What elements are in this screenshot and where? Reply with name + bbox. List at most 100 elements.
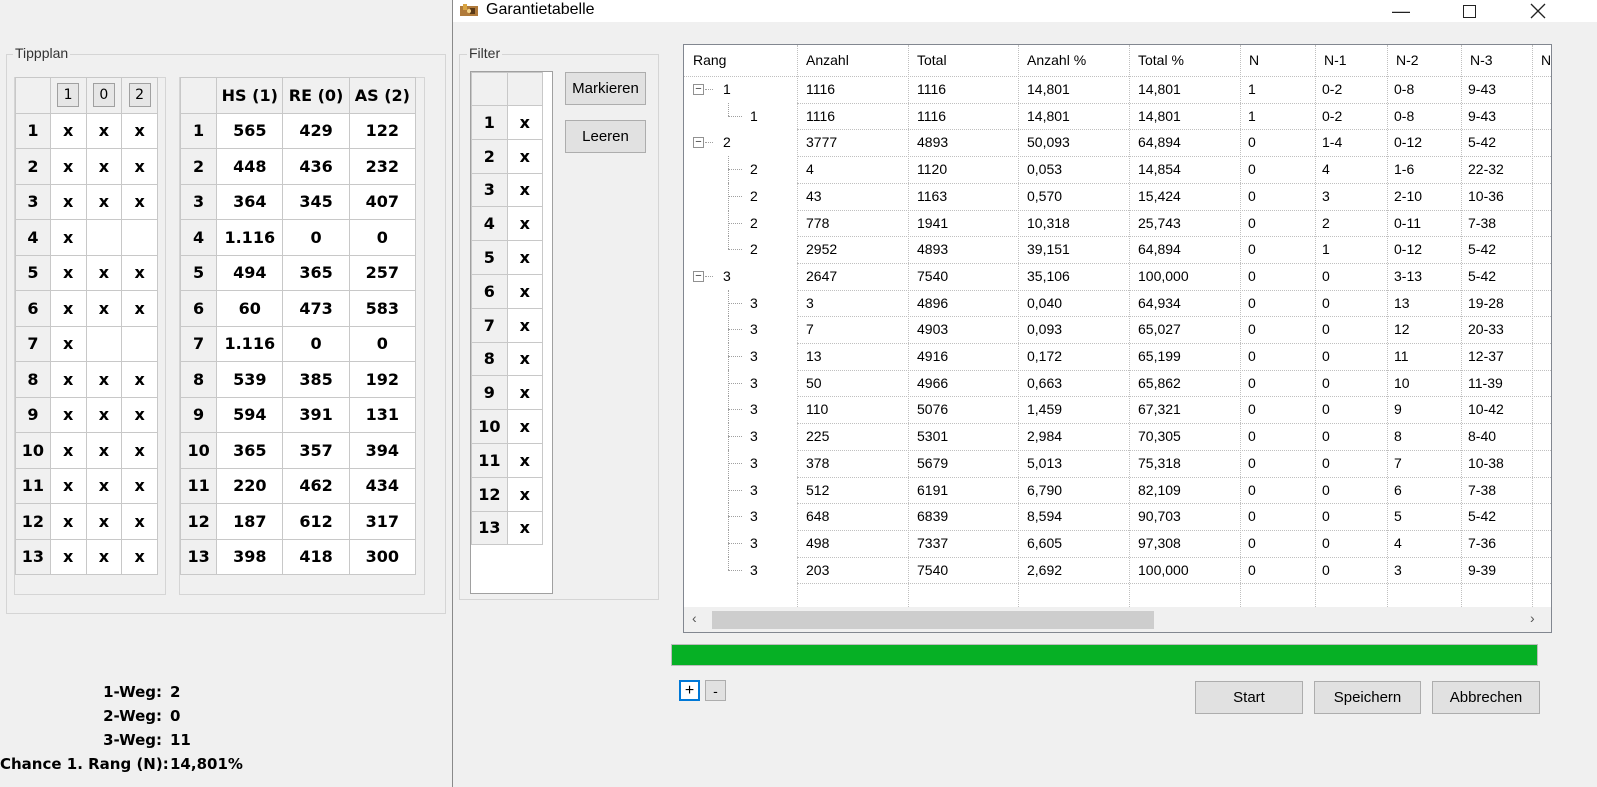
collapse-icon[interactable]: − [693, 84, 704, 95]
filter-row-number: 13 [471, 510, 508, 546]
tips-cell[interactable] [121, 219, 158, 256]
tips-cell[interactable]: x [49, 396, 87, 433]
collapse-icon[interactable]: − [693, 270, 704, 282]
horizontal-scrollbar[interactable]: ‹ › [684, 607, 1551, 632]
collapse-icon[interactable]: − [693, 137, 704, 149]
filter-cell[interactable]: x [506, 273, 544, 309]
tips-cell[interactable]: x [85, 538, 123, 575]
tips-cell[interactable]: x [121, 538, 158, 575]
clear-button[interactable]: Leeren [565, 120, 646, 153]
tips-cell[interactable]: x [85, 361, 123, 398]
filter-cell[interactable]: x [506, 476, 544, 512]
tips-cell[interactable]: x [121, 503, 158, 540]
tips-cell[interactable]: x [121, 254, 158, 291]
minimize-button[interactable]: — [1378, 0, 1424, 22]
tips-cell[interactable]: x [121, 361, 158, 398]
tips-cell[interactable]: x [85, 467, 123, 504]
tips-cell[interactable]: x [49, 183, 87, 220]
column-header[interactable]: N [1532, 45, 1551, 76]
filter-cell[interactable]: x [506, 510, 544, 546]
filter-cell[interactable]: x [506, 138, 544, 174]
tips-cell[interactable]: x [49, 254, 87, 291]
maximize-icon [1462, 4, 1476, 18]
filter-cell[interactable]: x [506, 240, 544, 275]
tips-cell[interactable]: x [121, 467, 158, 504]
column-header[interactable]: Anzahl [797, 45, 849, 76]
tips-cell[interactable]: x [49, 361, 87, 398]
stats-row-number: 13 [179, 538, 218, 575]
column-header[interactable]: Total % [1129, 45, 1184, 76]
filter-table[interactable]: 1 x 2 x 3 x 4 x 5 x 6 x 7 x 8 x 9 x 10 x 11 x 12 x 13 x [471, 72, 544, 546]
tips-cell[interactable]: x [49, 290, 87, 327]
filter-cell[interactable]: x [506, 307, 544, 343]
filter-cell[interactable]: x [506, 375, 544, 411]
column-header[interactable]: Anzahl % [1018, 45, 1086, 76]
title-bar[interactable]: Garantietabelle — [453, 0, 1597, 22]
tips-cell[interactable]: x [121, 148, 158, 185]
column-header[interactable]: Total [908, 45, 947, 76]
table-cell: 1116 [806, 81, 836, 97]
tips-cell[interactable]: x [85, 503, 123, 540]
tips-cell[interactable]: x [49, 503, 87, 540]
tips-cell[interactable]: x [85, 254, 123, 291]
tips-header-cell[interactable]: 2 [121, 77, 158, 114]
tips-cell[interactable] [121, 325, 158, 362]
tree-connector [728, 115, 742, 117]
tips-cell[interactable]: x [49, 112, 87, 149]
scroll-left-icon[interactable]: ‹ [692, 610, 697, 626]
tips-cell[interactable] [85, 325, 123, 362]
tips-cell[interactable]: x [85, 432, 123, 469]
table-cell: 6,605 [1027, 534, 1063, 551]
tips-cell[interactable]: x [121, 183, 158, 220]
expand-all-button[interactable]: + [679, 680, 700, 701]
column-header[interactable]: N [1240, 45, 1259, 76]
tips-cell[interactable]: x [85, 148, 123, 185]
filter-cell[interactable]: x [506, 409, 544, 444]
column-header[interactable]: N-3 [1461, 45, 1493, 76]
mark-button[interactable]: Markieren [565, 72, 646, 105]
tips-cell[interactable]: x [121, 432, 158, 469]
table-cell: 1116 [806, 107, 836, 124]
filter-cell[interactable]: x [506, 105, 544, 140]
filter-row: 7x [471, 307, 544, 343]
tips-cell[interactable]: x [121, 112, 158, 149]
tips-cell[interactable]: x [85, 396, 123, 433]
close-button[interactable] [1515, 0, 1561, 22]
cancel-button[interactable]: Abbrechen [1432, 681, 1540, 714]
table-cell: 1,459 [1027, 401, 1063, 418]
filter-cell[interactable]: x [506, 341, 544, 377]
column-header[interactable]: N-1 [1315, 45, 1347, 76]
guarantee-tree-table[interactable]: Rang Anzahl Total Anzahl % Total % N N-1 N-2 N-3… [683, 44, 1552, 633]
scroll-right-icon[interactable]: › [1530, 610, 1535, 626]
filter-cell[interactable]: x [506, 442, 544, 478]
filter-cell[interactable]: x [506, 172, 544, 208]
tips-cell[interactable]: x [121, 396, 158, 433]
tips-cell[interactable]: x [49, 467, 87, 504]
tips-cell[interactable]: x [121, 290, 158, 327]
stats-cell: 473 [282, 290, 350, 327]
tips-row-number: 10 [15, 432, 51, 469]
tips-cell[interactable] [85, 219, 123, 256]
start-button[interactable]: Start [1195, 681, 1303, 714]
tips-cell[interactable]: x [85, 183, 123, 220]
tips-header-cell[interactable]: 0 [85, 77, 123, 114]
filter-cell[interactable]: x [506, 206, 544, 242]
tips-cell[interactable]: x [49, 148, 87, 185]
tips-header-cell[interactable]: 1 [49, 77, 87, 114]
tips-cell[interactable]: x [49, 432, 87, 469]
collapse-all-button[interactable]: - [705, 680, 726, 701]
table-cell: 14,801 [1138, 81, 1181, 97]
tips-cell[interactable]: x [49, 325, 87, 362]
column-header[interactable]: N-2 [1387, 45, 1419, 76]
tips-cell[interactable]: x [49, 219, 87, 256]
table-cell: 0 [1248, 481, 1256, 498]
column-header[interactable]: Rang [684, 45, 726, 76]
scrollbar-thumb[interactable] [712, 611, 1154, 629]
table-cell: 2952 [806, 241, 838, 258]
maximize-button[interactable] [1446, 0, 1492, 22]
tips-table: 1 0 2 1 x x x 2 x x x 3 x x x 4 x 5 x x x 6 x x x 7 x 8 x x x 9 x x x 10 x x x… [15, 77, 158, 575]
tips-cell[interactable]: x [49, 538, 87, 575]
save-button[interactable]: Speichern [1314, 681, 1421, 714]
tips-cell[interactable]: x [85, 290, 123, 327]
tips-cell[interactable]: x [85, 112, 123, 149]
